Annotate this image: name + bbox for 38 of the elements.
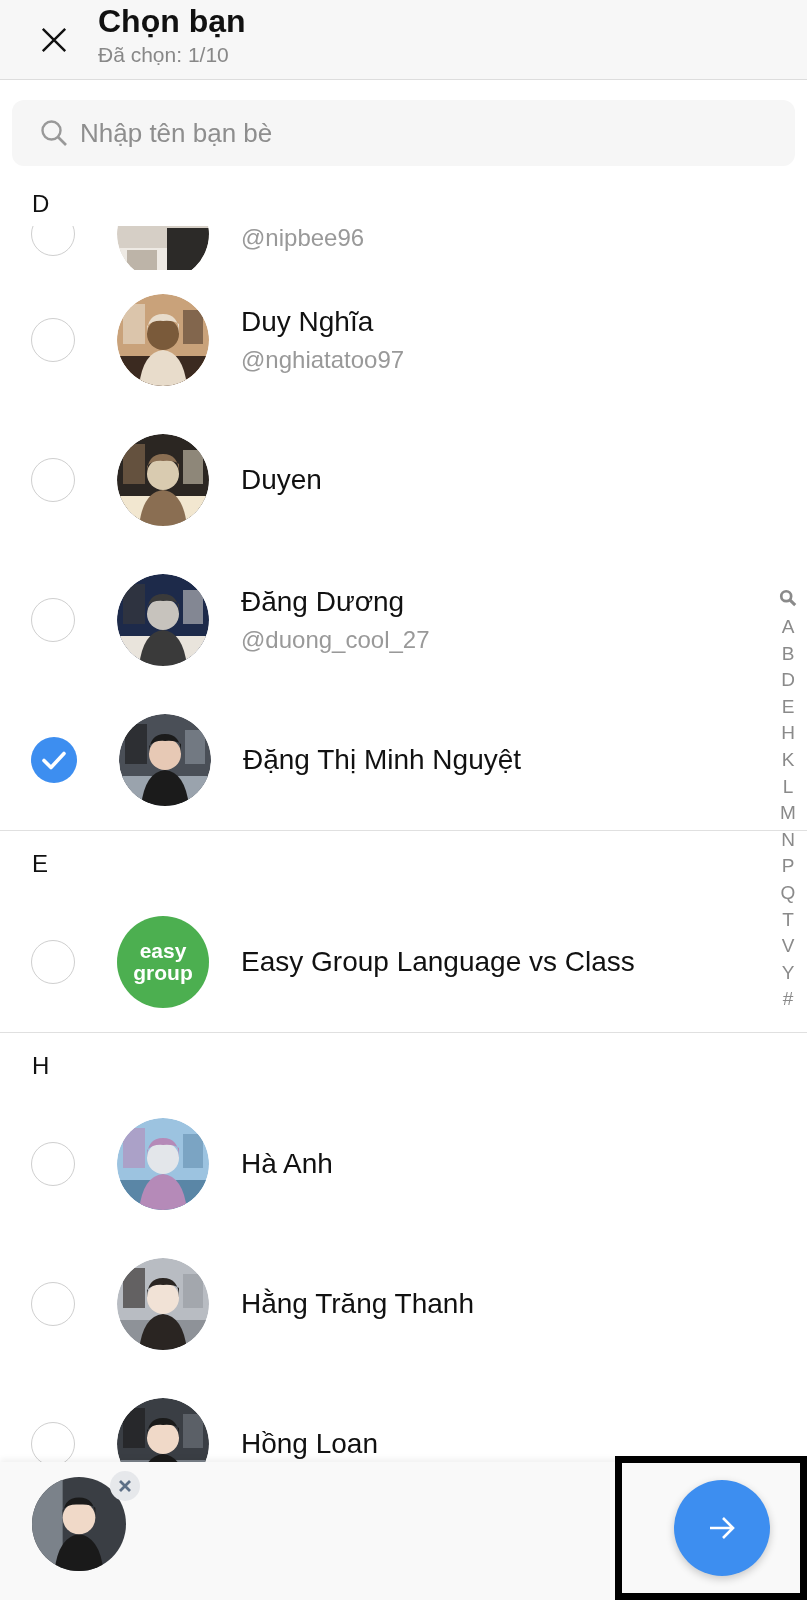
send-button[interactable] (674, 1480, 770, 1576)
section-letter: D (32, 190, 50, 218)
search-icon (40, 119, 68, 147)
index-letter[interactable]: H (781, 720, 795, 747)
friend-name: Duyen (241, 464, 322, 496)
index-letter[interactable]: Q (780, 879, 796, 907)
index-letter[interactable]: P (781, 853, 795, 880)
section-letter: E (32, 849, 48, 878)
search-icon[interactable] (779, 589, 797, 607)
index-letter[interactable]: A (781, 614, 795, 641)
friend-handle: @nghiatatoo97 (241, 346, 405, 374)
index-letter[interactable]: # (782, 986, 794, 1013)
index-letter[interactable]: E (781, 693, 795, 721)
selection-count: Đã chọn: 1/10 (98, 41, 230, 68)
section-letter: H (32, 1051, 50, 1080)
screen-title: Chọn bạn (98, 1, 246, 40)
friend-name: Easy Group Language vs Class (241, 946, 635, 978)
group-logo: easy group (117, 916, 209, 1008)
friend-name: Đặng Thị Minh Nguyệt (243, 744, 522, 776)
checked-checkbox[interactable] (31, 737, 77, 783)
friend-name: Duy Nghĩa (241, 306, 375, 338)
index-letter[interactable]: L (782, 773, 794, 801)
remove-icon[interactable] (110, 1471, 140, 1501)
friend-name: Hồng Loan (241, 1428, 378, 1460)
index-letter[interactable]: K (781, 746, 795, 774)
index-letter[interactable]: B (781, 640, 795, 668)
friend-name: Hà Anh (241, 1148, 333, 1180)
friend-name: Đăng Dương (241, 586, 406, 618)
index-letter[interactable]: T (782, 906, 794, 934)
index-letter[interactable]: D (781, 667, 795, 694)
close-icon[interactable] (40, 25, 68, 54)
index-letter[interactable]: Y (781, 959, 795, 987)
friend-handle: @duong_cool_27 (241, 626, 430, 654)
friend-handle: @nipbee96 (241, 226, 365, 252)
index-letter[interactable]: V (781, 933, 795, 960)
index-letter[interactable]: N (781, 826, 795, 854)
friend-name: Hằng Trăng Thanh (241, 1288, 474, 1320)
index-letter[interactable]: M (780, 800, 796, 827)
